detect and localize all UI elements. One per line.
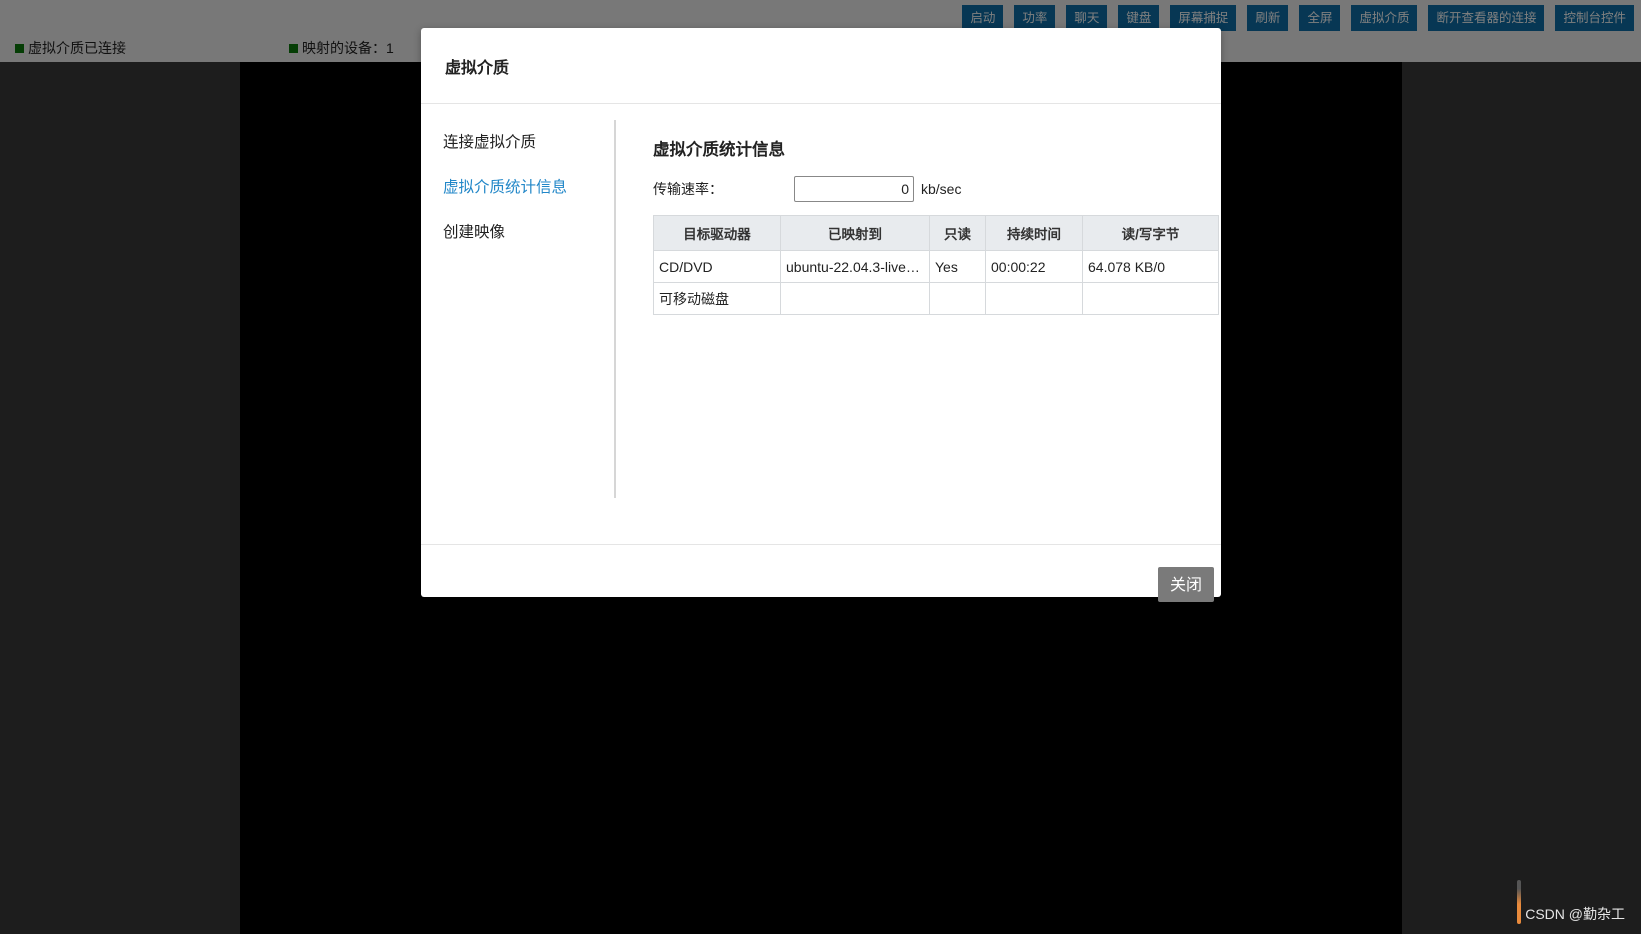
dialog-footer: 关闭 xyxy=(421,544,1221,602)
stats-panel: 虚拟介质统计信息 传输速率： kb/sec 目标驱动器 已映射到 只读 持续时间… xyxy=(653,120,1221,315)
transfer-rate-unit: kb/sec xyxy=(921,181,962,197)
col-read-only: 只读 xyxy=(929,215,986,251)
scroll-indicator-icon xyxy=(1517,880,1522,924)
virtual-media-dialog: 虚拟介质 连接虚拟介质 虚拟介质统计信息 创建映像 虚拟介质统计信息 传输速率：… xyxy=(421,28,1221,602)
nav-virtual-media-stats[interactable]: 虚拟介质统计信息 xyxy=(421,165,614,210)
close-button[interactable]: 关闭 xyxy=(1158,567,1214,602)
cell-target-drive: CD/DVD xyxy=(653,250,781,283)
cell-read-only: Yes xyxy=(929,250,986,283)
dialog-body: 连接虚拟介质 虚拟介质统计信息 创建映像 虚拟介质统计信息 传输速率： kb/s… xyxy=(421,104,1221,544)
col-target-drive: 目标驱动器 xyxy=(653,215,781,251)
cell-read-only xyxy=(929,282,986,315)
col-mapped-to: 已映射到 xyxy=(780,215,930,251)
dialog-side-nav: 连接虚拟介质 虚拟介质统计信息 创建映像 xyxy=(421,120,616,498)
cell-duration: 00:00:22 xyxy=(985,250,1083,283)
cell-mapped-to: ubuntu-22.04.3-live-server-amd64.iso xyxy=(780,250,930,283)
cell-rw-bytes: 64.078 KB/0 xyxy=(1082,250,1219,283)
dialog-title: 虚拟介质 xyxy=(445,59,510,77)
stats-title: 虚拟介质统计信息 xyxy=(653,141,785,159)
table-row: CD/DVD ubuntu-22.04.3-live-server-amd64.… xyxy=(653,250,1219,283)
media-stats-table: 目标驱动器 已映射到 只读 持续时间 读/写字节 CD/DVD ubuntu-2… xyxy=(653,215,1219,315)
col-duration: 持续时间 xyxy=(985,215,1083,251)
watermark: CSDN @勤杂工 xyxy=(1517,880,1625,924)
cell-target-drive: 可移动磁盘 xyxy=(653,282,781,315)
watermark-text: CSDN @勤杂工 xyxy=(1525,906,1625,922)
cell-mapped-to xyxy=(780,282,930,315)
cell-rw-bytes xyxy=(1082,282,1219,315)
col-rw-bytes: 读/写字节 xyxy=(1082,215,1219,251)
nav-create-image[interactable]: 创建映像 xyxy=(421,210,614,255)
cell-duration xyxy=(985,282,1083,315)
page: 虚拟介质已连接 映射的设备：1 启动 功率 聊天 键盘 屏幕捕捉 刷新 全屏 虚… xyxy=(0,0,1641,934)
transfer-rate-label: 传输速率： xyxy=(653,181,723,197)
transfer-rate-row: 传输速率： kb/sec xyxy=(653,176,1221,202)
table-header-row: 目标驱动器 已映射到 只读 持续时间 读/写字节 xyxy=(653,215,1219,251)
dialog-header: 虚拟介质 xyxy=(421,28,1221,104)
nav-connect-virtual-media[interactable]: 连接虚拟介质 xyxy=(421,120,614,165)
table-row: 可移动磁盘 xyxy=(653,282,1219,315)
transfer-rate-input[interactable] xyxy=(794,176,914,202)
